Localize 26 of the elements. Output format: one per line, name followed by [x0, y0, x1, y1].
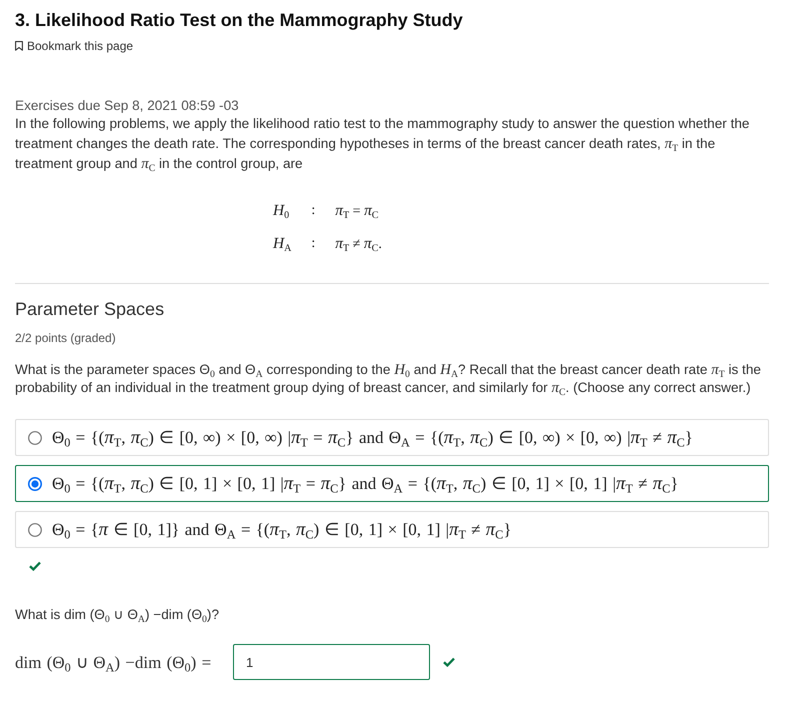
- radio-button[interactable]: [28, 522, 42, 536]
- option-text: Θ$_{0}$ = {(π$_{T}$, π$_{C}$) ∈ [0, ∞) × [0, ∞) |π$_{T}$ = π$_{C}$} and Θ$_{A}$ = {(π$_{T}$, π$_{C}$) ∈ [0, ∞) × [0, ∞) |π$_{T}$ ≠ π$_{C}$}: [52, 426, 693, 448]
- option-text: Θ$_{0}$ = {π ∈ [0, 1]} and Θ$_{A}$ = {(π$_{T}$, π$_{C}$) ∈ [0, 1] × [0, 1] |π$_{T}$ ≠ π$_{C}$}: [52, 518, 512, 540]
- colon-separator: :: [311, 235, 316, 253]
- answer-option[interactable]: Θ$_{0}$ = {π ∈ [0, 1]} and Θ$_{A}$ = {(π$_{T}$, π$_{C}$) ∈ [0, 1] × [0, 1] |π$_{T}$ ≠ π$_{C}$}: [15, 511, 769, 548]
- problem-title: Parameter Spaces: [15, 298, 166, 320]
- hypothesis-formula: π$_{T}$ = π$_{C}$: [335, 201, 380, 224]
- question-text: What is the parameter spaces Θ$_{0}$ and Θ$_{A}$ corresponding to the H$_{0}$ and H$_{A}$? Recall that the breast cancer death rate π$_{T}$ is the probability of an individual in the treatment group dying of breast cancer, and similarly for π$_{C}$. (Choose any correct answer.): [15, 361, 762, 397]
- equation-label: dim (Θ$_{0}$ ∪ Θ$_{A}$) −dim (Θ$_{0}$) =: [15, 652, 212, 672]
- answer-option[interactable]: Θ$_{0}$ = {(π$_{T}$, π$_{C}$) ∈ [0, 1] × [0, 1] |π$_{T}$ = π$_{C}$} and Θ$_{A}$ = {(π$_{T}$, π$_{C}$) ∈ [0, 1] × [0, 1] |π$_{T}$ ≠ π$_{C}$}: [15, 465, 769, 502]
- hypothesis-name: H$_{0}$: [273, 201, 290, 224]
- hypothesis-formula: π$_{T}$ ≠ π$_{C}$.: [335, 234, 382, 256]
- option-text: Θ$_{0}$ = {(π$_{T}$, π$_{C}$) ∈ [0, 1] × [0, 1] |π$_{T}$ = π$_{C}$} and Θ$_{A}$ = {(π$_{T}$, π$_{C}$) ∈ [0, 1] × [0, 1] |π$_{T}$ ≠ π$_{C}$}: [52, 472, 678, 494]
- bookmark-link[interactable]: Bookmark this page: [15, 39, 134, 53]
- page-title: 3. Likelihood Ratio Test on the Mammography Study: [15, 9, 464, 31]
- question-text: What is dim (Θ$_{0}$ ∪ Θ$_{A}$) −dim (Θ$_{0}$)?: [15, 606, 220, 623]
- radio-button[interactable]: [28, 476, 42, 490]
- radio-button[interactable]: [28, 430, 42, 444]
- points-label: 2/2 points (graded): [15, 331, 117, 345]
- colon-separator: :: [311, 202, 316, 220]
- due-date: Exercises due Sep 8, 2021 08:59 -03: [15, 98, 240, 114]
- answer-input[interactable]: 1: [233, 644, 430, 680]
- hypothesis-name: H$_{A}$: [273, 234, 292, 256]
- bookmark-icon: [15, 41, 23, 51]
- intro-text: In the following problems, we apply the likelihood ratio test to the mammography study to answer the question whether the treatment changes the death rate. The corresponding hypotheses in terms of the breast cancer death rates, π$_{T}$ in the treatment group and π$_{C}$ in the control group, are: [15, 115, 750, 174]
- answer-option[interactable]: Θ$_{0}$ = {(π$_{T}$, π$_{C}$) ∈ [0, ∞) × [0, ∞) |π$_{T}$ = π$_{C}$} and Θ$_{A}$ = {(π$_{T}$, π$_{C}$) ∈ [0, ∞) × [0, ∞) |π$_{T}$ ≠ π$_{C}$}: [15, 419, 769, 456]
